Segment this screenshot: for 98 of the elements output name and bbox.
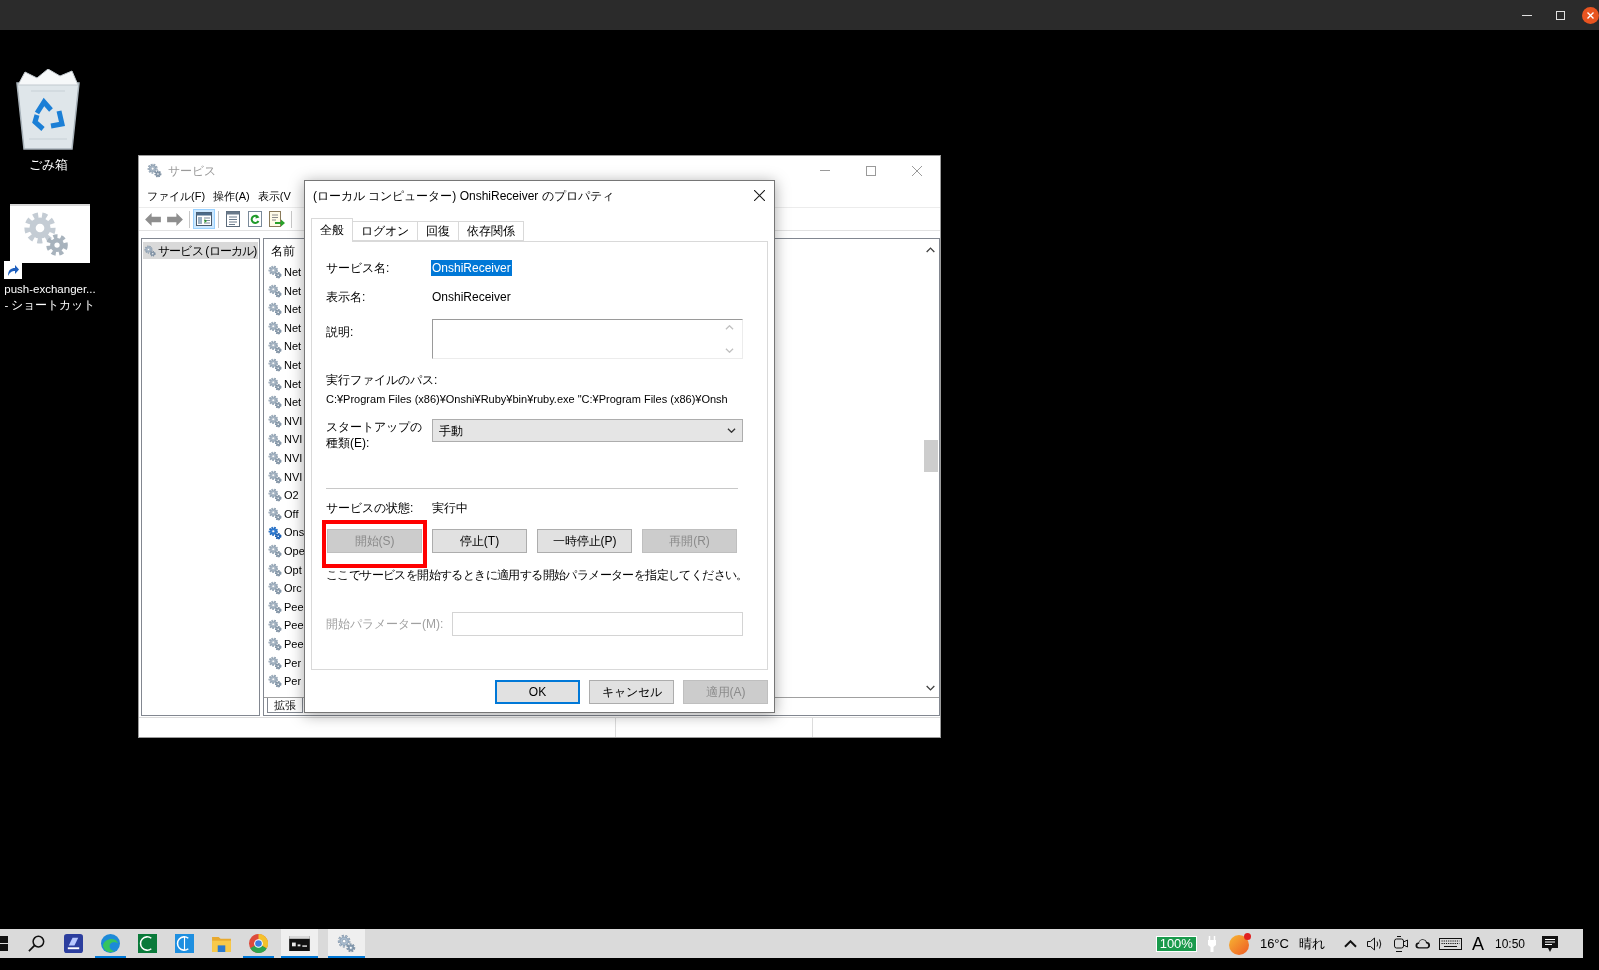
field-label: 開始パラメーター(M): xyxy=(326,616,445,633)
scroll-up-icon[interactable] xyxy=(926,247,935,253)
console-icon xyxy=(289,936,310,951)
sun-icon[interactable] xyxy=(1228,932,1251,955)
document-list-icon xyxy=(226,211,240,227)
minimize-icon[interactable] xyxy=(1522,14,1532,16)
list-row[interactable]: Off xyxy=(264,504,299,524)
close-icon[interactable] xyxy=(754,190,765,201)
window-title: サービス xyxy=(168,162,216,180)
panel-layout-icon xyxy=(196,212,212,226)
scrollbar-thumb[interactable] xyxy=(923,440,938,472)
list-row[interactable]: Per xyxy=(264,653,302,673)
field-label: 説明: xyxy=(326,324,355,339)
desktop-icon-label: push-exchanger... xyxy=(4,282,96,297)
list-row[interactable]: NVI xyxy=(264,467,303,487)
folder-icon xyxy=(212,935,231,952)
list-row[interactable]: Net xyxy=(264,318,302,338)
notification-icon[interactable] xyxy=(1542,935,1558,952)
list-row[interactable]: Net xyxy=(264,355,302,375)
start-icon xyxy=(0,936,8,951)
list-row[interactable]: Ons xyxy=(264,523,305,542)
service-control-button[interactable]: 停止(T) xyxy=(432,529,527,553)
keyboard-icon[interactable] xyxy=(1438,937,1462,950)
tab[interactable]: 依存関係 xyxy=(458,221,524,241)
right-arrow-icon xyxy=(167,212,183,226)
toolbar-button[interactable] xyxy=(193,209,215,229)
field-label: 実行ファイルのパス: xyxy=(326,372,438,388)
path-value: C:¥Program Files (x86)¥Onshi¥Ruby¥bin¥ruby.exe "C:¥Program Files (x86)¥Onsh xyxy=(326,392,728,407)
field-value: OnshiReceiver xyxy=(432,289,511,306)
weather-text[interactable]: 晴れ xyxy=(1298,933,1325,954)
taskbar-button[interactable] xyxy=(281,929,318,958)
speaker-icon[interactable] xyxy=(1366,936,1383,951)
recycle-bin-icon[interactable] xyxy=(13,69,83,150)
list-row[interactable]: Net xyxy=(264,337,302,356)
list-row[interactable]: O2 xyxy=(264,486,299,505)
list-row[interactable]: NVI xyxy=(264,430,303,449)
chevron-down-icon xyxy=(727,428,736,433)
search-icon xyxy=(28,935,45,952)
list-row[interactable]: Per xyxy=(264,672,302,691)
gears-thumbnail-icon[interactable] xyxy=(10,204,90,263)
swirl-circle-icon xyxy=(101,934,120,953)
list-row[interactable]: Net xyxy=(264,281,302,301)
left-arrow-icon xyxy=(145,212,161,226)
menu-item[interactable]: 表示(V xyxy=(257,187,291,205)
tab[interactable]: ログオン xyxy=(352,221,418,241)
list-row[interactable]: Net xyxy=(264,393,302,412)
desktop-icon-label: - ショートカット xyxy=(4,298,96,313)
slanted-sheet-tile-icon xyxy=(64,934,83,953)
close-icon[interactable] xyxy=(1582,6,1599,24)
list-row[interactable]: Ope xyxy=(264,541,305,561)
menu-item[interactable]: ファイル(F) xyxy=(147,187,206,205)
column-header[interactable]: 名前 xyxy=(271,242,295,260)
gears-icon xyxy=(144,244,156,257)
camera-icon[interactable] xyxy=(1393,935,1408,952)
gears-icon xyxy=(147,163,162,178)
gears-icon xyxy=(337,934,356,953)
dialog-button[interactable]: キャンセル xyxy=(589,680,674,704)
startup-type-dropdown[interactable]: 手動 xyxy=(432,419,743,442)
field-label: 表示名: xyxy=(326,289,367,306)
segmented-ring-icon xyxy=(249,934,268,953)
ring-tile-icon xyxy=(175,934,194,953)
scroll-down-icon[interactable] xyxy=(926,685,935,691)
cloud-icon[interactable] xyxy=(1414,938,1431,949)
field-label: サービス名: xyxy=(326,260,391,277)
list-row[interactable]: Net xyxy=(264,374,302,394)
list-row[interactable]: Pee xyxy=(264,616,304,635)
field-label: サービスの状態: xyxy=(326,500,415,517)
tab[interactable]: 回復 xyxy=(417,221,459,241)
battery-percentage[interactable]: 100% xyxy=(1155,935,1197,952)
tab[interactable]: 全般 xyxy=(311,218,353,242)
view-tab[interactable]: 拡張 xyxy=(267,698,303,713)
refresh-icon xyxy=(248,211,262,227)
temperature-text[interactable]: 16°C xyxy=(1259,933,1289,954)
tree-item[interactable]: サービス (ローカル) xyxy=(143,242,258,259)
ring-tile-icon xyxy=(138,934,157,953)
dialog-title: (ローカル コンピューター) OnshiReceiver のプロパティ xyxy=(313,187,614,205)
service-control-button[interactable]: 一時停止(P) xyxy=(537,529,632,553)
list-row[interactable]: Orc xyxy=(264,579,302,598)
status-value: 実行中 xyxy=(432,500,468,517)
list-row[interactable]: NVI xyxy=(264,448,303,468)
list-row[interactable]: Pee xyxy=(264,634,304,654)
list-row[interactable]: Net xyxy=(264,263,302,282)
parameters-field[interactable] xyxy=(452,612,743,636)
list-row[interactable]: Pee xyxy=(264,597,304,617)
dialog-button[interactable]: OK xyxy=(495,680,580,704)
field-label: スタートアップの xyxy=(326,419,422,435)
input-mode-indicator[interactable]: A xyxy=(1471,933,1484,954)
chevron-up-icon[interactable] xyxy=(1343,939,1357,948)
list-row[interactable]: Opt xyxy=(264,560,302,580)
service-name-value: OnshiReceiver xyxy=(431,260,512,276)
hint-text: ここでサービスを開始するときに適用する開始パラメーターを指定してください。 xyxy=(326,567,748,583)
document-arrow-icon xyxy=(269,211,285,227)
clock-text[interactable]: 10:50 xyxy=(1494,934,1525,953)
desktop-icon-label: ごみ箱 xyxy=(28,157,68,173)
menu-item[interactable]: 操作(A) xyxy=(213,187,250,205)
list-row[interactable]: NVI xyxy=(264,411,303,431)
list-row[interactable]: Net xyxy=(264,300,302,319)
field-label: 種類(E): xyxy=(326,435,370,451)
